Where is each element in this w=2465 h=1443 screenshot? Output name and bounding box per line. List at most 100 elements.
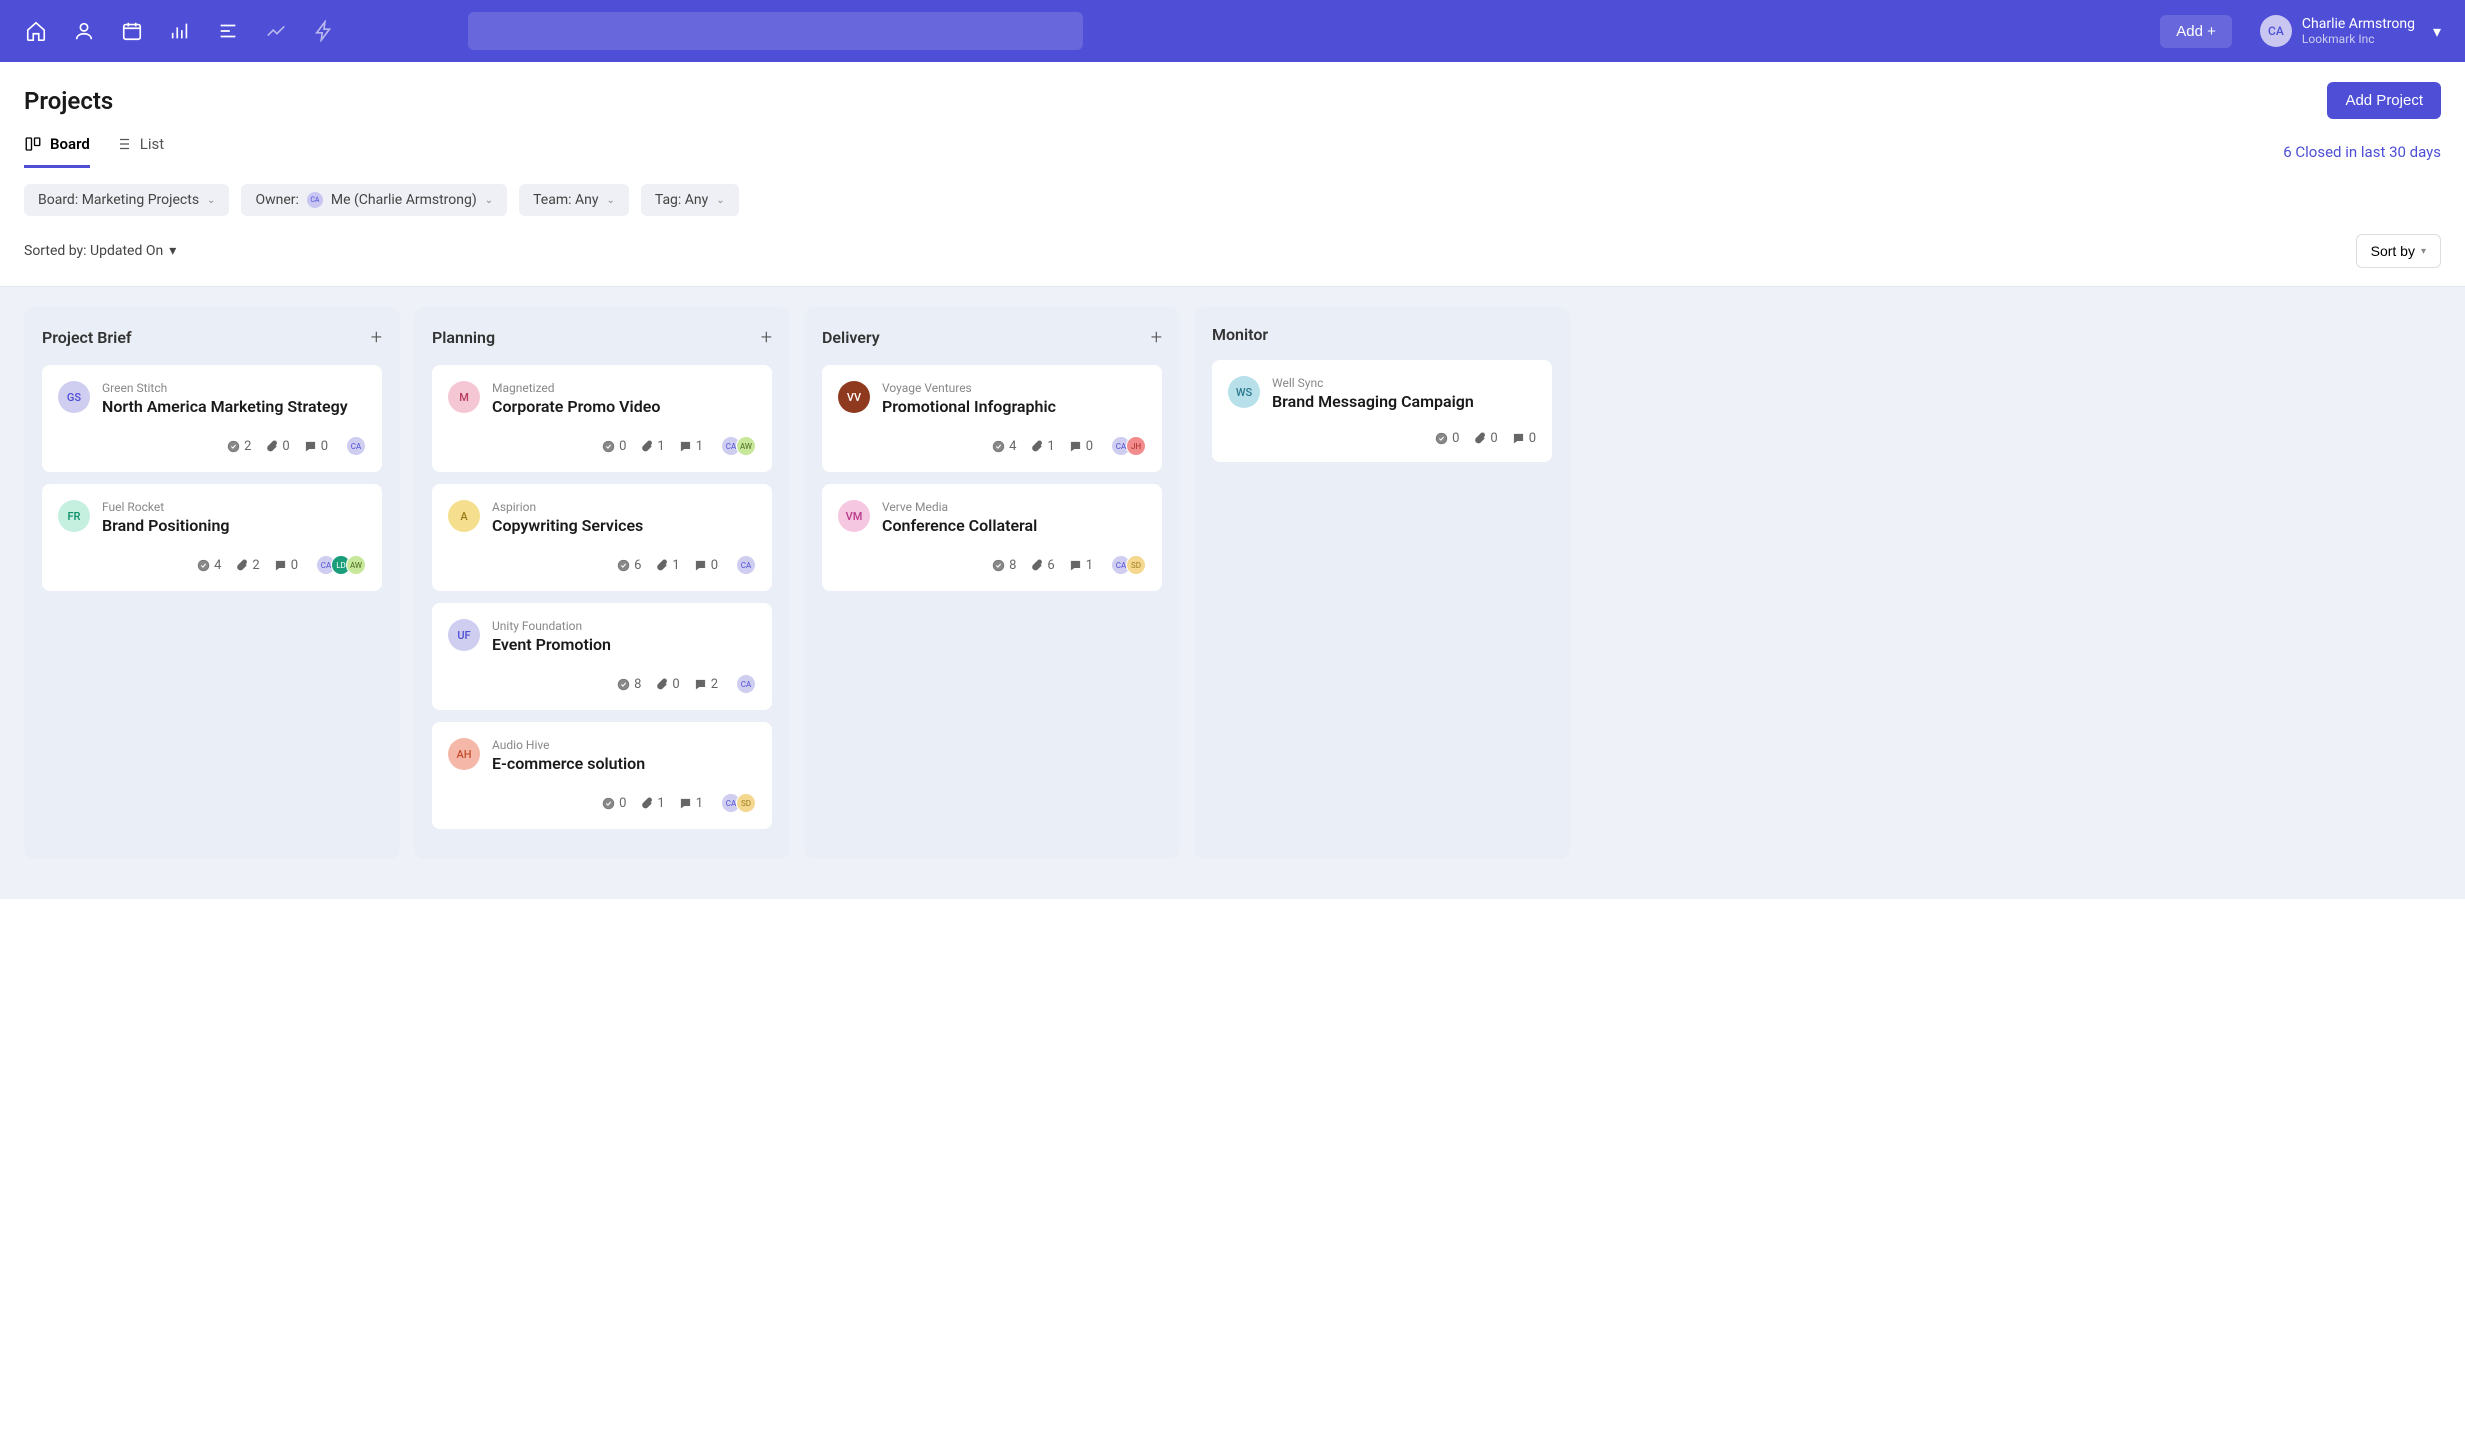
sort-row: Sorted by: Updated On ▾ Sort by ▾ bbox=[0, 216, 2465, 286]
person-icon[interactable] bbox=[72, 19, 96, 43]
comment-count: 1 bbox=[1069, 558, 1093, 573]
project-card[interactable]: AH Audio Hive E-commerce solution 0 1 1 … bbox=[432, 722, 772, 829]
chevron-down-icon: ⌄ bbox=[716, 195, 724, 206]
check-count: 4 bbox=[197, 558, 221, 573]
user-org: Lookmark Inc bbox=[2302, 32, 2415, 46]
check-count: 0 bbox=[1435, 431, 1459, 446]
assignee-list: CAJH bbox=[1111, 436, 1146, 456]
add-button[interactable]: Add + bbox=[2160, 15, 2232, 48]
project-card[interactable]: GS Green Stitch North America Marketing … bbox=[42, 365, 382, 472]
client-avatar: FR bbox=[58, 500, 90, 532]
project-card[interactable]: VV Voyage Ventures Promotional Infograph… bbox=[822, 365, 1162, 472]
attachment-count: 1 bbox=[640, 796, 664, 811]
check-count: 8 bbox=[992, 558, 1016, 573]
user-menu[interactable]: CA Charlie Armstrong Lookmark Inc ▾ bbox=[2260, 15, 2441, 47]
attachment-count: 2 bbox=[235, 558, 259, 573]
assignee-avatar: AW bbox=[346, 555, 366, 575]
client-avatar: VM bbox=[838, 500, 870, 532]
chevron-down-icon: ⌄ bbox=[207, 195, 215, 206]
card-client: Verve Media bbox=[882, 500, 1146, 514]
list-icon[interactable] bbox=[216, 19, 240, 43]
client-avatar: M bbox=[448, 381, 480, 413]
project-card[interactable]: WS Well Sync Brand Messaging Campaign 0 … bbox=[1212, 360, 1552, 462]
filter-owner-label: Owner: bbox=[255, 192, 298, 208]
board-icon bbox=[24, 135, 42, 153]
card-title: North America Marketing Strategy bbox=[102, 397, 366, 416]
chevron-down-icon: ⌄ bbox=[606, 195, 614, 206]
comment-count: 0 bbox=[1069, 439, 1093, 454]
card-title: Event Promotion bbox=[492, 635, 756, 654]
tab-board[interactable]: Board bbox=[24, 135, 90, 168]
home-icon[interactable] bbox=[24, 19, 48, 43]
top-navbar: Add + CA Charlie Armstrong Lookmark Inc … bbox=[0, 0, 2465, 62]
assignee-list: CA bbox=[736, 555, 756, 575]
assignee-avatar: SD bbox=[736, 793, 756, 813]
filter-tag[interactable]: Tag: Any ⌄ bbox=[641, 184, 739, 216]
filter-tag-label: Tag: Any bbox=[655, 192, 708, 208]
search-input[interactable] bbox=[468, 12, 1083, 50]
calendar-icon[interactable] bbox=[120, 19, 144, 43]
comment-count: 0 bbox=[304, 439, 328, 454]
attachment-count: 1 bbox=[1030, 439, 1054, 454]
card-title: E-commerce solution bbox=[492, 754, 756, 773]
assignee-list: CA bbox=[346, 436, 366, 456]
assignee-list: CASD bbox=[721, 793, 756, 813]
comment-count: 0 bbox=[274, 558, 298, 573]
card-client: Green Stitch bbox=[102, 381, 366, 395]
filter-owner[interactable]: Owner: CA Me (Charlie Armstrong) ⌄ bbox=[241, 184, 507, 216]
add-project-button[interactable]: Add Project bbox=[2327, 82, 2441, 119]
add-card-button[interactable]: + bbox=[371, 325, 382, 349]
board-column: Planning+ M Magnetized Corporate Promo V… bbox=[414, 307, 790, 859]
filter-team[interactable]: Team: Any ⌄ bbox=[519, 184, 629, 216]
card-client: Magnetized bbox=[492, 381, 756, 395]
page-title: Projects bbox=[24, 87, 113, 115]
project-card[interactable]: VM Verve Media Conference Collateral 8 6… bbox=[822, 484, 1162, 591]
client-avatar: A bbox=[448, 500, 480, 532]
attachment-count: 0 bbox=[265, 439, 289, 454]
sort-by-button[interactable]: Sort by ▾ bbox=[2356, 234, 2441, 268]
column-title: Project Brief bbox=[42, 328, 132, 347]
bolt-icon[interactable] bbox=[312, 19, 336, 43]
closed-link[interactable]: 6 Closed in last 30 days bbox=[2283, 143, 2441, 161]
card-title: Conference Collateral bbox=[882, 516, 1146, 535]
attachment-count: 0 bbox=[1473, 431, 1497, 446]
client-avatar: UF bbox=[448, 619, 480, 651]
card-client: Unity Foundation bbox=[492, 619, 756, 633]
caret-down-icon: ▾ bbox=[169, 243, 176, 259]
trend-icon[interactable] bbox=[264, 19, 288, 43]
card-client: Aspirion bbox=[492, 500, 756, 514]
check-count: 0 bbox=[602, 439, 626, 454]
attachment-count: 6 bbox=[1030, 558, 1054, 573]
assignee-list: CAAW bbox=[721, 436, 756, 456]
client-avatar: AH bbox=[448, 738, 480, 770]
card-title: Brand Positioning bbox=[102, 516, 366, 535]
card-title: Corporate Promo Video bbox=[492, 397, 756, 416]
tab-list[interactable]: List bbox=[114, 135, 164, 168]
caret-down-icon: ▾ bbox=[2421, 246, 2426, 257]
comment-count: 2 bbox=[694, 677, 718, 692]
check-count: 0 bbox=[602, 796, 626, 811]
project-card[interactable]: FR Fuel Rocket Brand Positioning 4 2 0 C… bbox=[42, 484, 382, 591]
comment-count: 1 bbox=[679, 439, 703, 454]
project-card[interactable]: A Aspirion Copywriting Services 6 1 0 CA bbox=[432, 484, 772, 591]
check-count: 2 bbox=[227, 439, 251, 454]
card-title: Promotional Infographic bbox=[882, 397, 1146, 416]
filter-board[interactable]: Board: Marketing Projects ⌄ bbox=[24, 184, 229, 216]
tab-list-label: List bbox=[140, 135, 164, 153]
bar-chart-icon[interactable] bbox=[168, 19, 192, 43]
assignee-list: CALDAW bbox=[316, 555, 366, 575]
assignee-avatar: JH bbox=[1126, 436, 1146, 456]
filters-row: Board: Marketing Projects ⌄ Owner: CA Me… bbox=[0, 168, 2465, 216]
user-name: Charlie Armstrong bbox=[2302, 16, 2415, 32]
project-card[interactable]: M Magnetized Corporate Promo Video 0 1 1… bbox=[432, 365, 772, 472]
project-card[interactable]: UF Unity Foundation Event Promotion 8 0 … bbox=[432, 603, 772, 710]
filter-team-label: Team: Any bbox=[533, 192, 598, 208]
board-column: Project Brief + GS Green Stitch North Ame… bbox=[24, 307, 400, 859]
add-card-button[interactable]: + bbox=[1151, 325, 1162, 349]
client-avatar: VV bbox=[838, 381, 870, 413]
card-client: Fuel Rocket bbox=[102, 500, 366, 514]
view-tabs: Board List bbox=[24, 135, 164, 168]
nav-icon-group bbox=[24, 19, 336, 43]
chevron-down-icon: ⌄ bbox=[485, 195, 493, 206]
add-card-button[interactable]: + bbox=[761, 325, 772, 349]
